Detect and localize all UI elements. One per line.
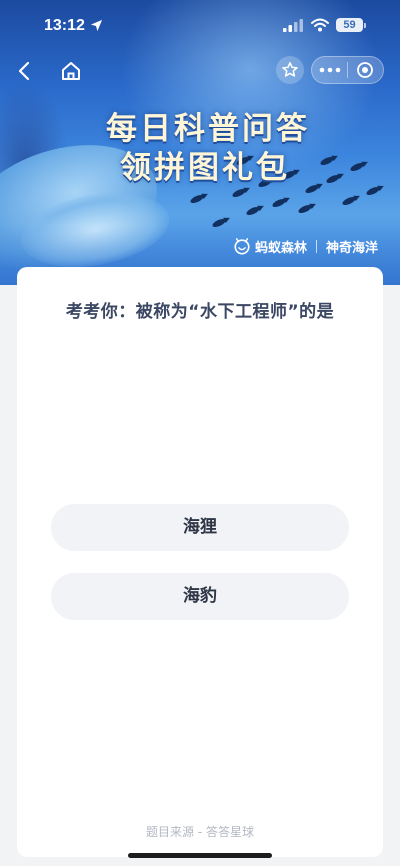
- location-arrow-icon: [90, 19, 103, 32]
- answer-option-1[interactable]: 海狸: [51, 504, 349, 551]
- back-chevron-icon[interactable]: [12, 58, 38, 84]
- fish-decoration: [245, 205, 261, 217]
- home-indicator: [128, 853, 272, 858]
- brand-divider: [315, 239, 317, 253]
- favorite-button[interactable]: [276, 56, 304, 84]
- fish-decoration: [341, 195, 357, 207]
- banner-title-line2: 领拼图礼包: [120, 150, 290, 186]
- answer-option-2[interactable]: 海豹: [51, 573, 349, 620]
- home-icon[interactable]: [58, 58, 84, 84]
- status-time: 13:12: [44, 17, 85, 34]
- question-source: 题目来源 - 答答星球: [146, 825, 254, 839]
- fish-decoration: [271, 197, 287, 209]
- question-text: 考考你：被称为“水下工程师”的是: [65, 302, 335, 322]
- banner-title: 每日科普问答 领拼图礼包: [0, 110, 400, 188]
- brand-row: 蚂蚁森林 神奇海洋: [233, 236, 378, 256]
- close-miniapp-button[interactable]: [348, 57, 383, 83]
- quiz-card: 考考你：被称为“水下工程师”的是 海狸 海豹 题目来源 - 答答星球: [17, 267, 383, 857]
- fish-decoration: [189, 193, 205, 205]
- wifi-icon: [311, 18, 329, 32]
- brand-magic-ocean: 神奇海洋: [325, 240, 378, 256]
- fish-decoration: [231, 187, 247, 199]
- brand-ant-forest: 蚂蚁森林: [254, 240, 307, 256]
- battery-indicator: 59: [336, 18, 366, 32]
- fish-decoration: [297, 203, 313, 215]
- more-button[interactable]: [312, 57, 347, 83]
- target-circle-icon: [357, 62, 374, 78]
- ant-forest-logo-icon: [234, 238, 250, 255]
- banner-title-line1: 每日科普问答: [106, 111, 310, 147]
- cellular-signal-icon: [283, 19, 303, 32]
- star-icon: [282, 62, 298, 77]
- more-dots-icon: [319, 67, 340, 73]
- miniapp-capsule: [311, 56, 384, 84]
- status-bar: 13:12 59: [0, 0, 400, 50]
